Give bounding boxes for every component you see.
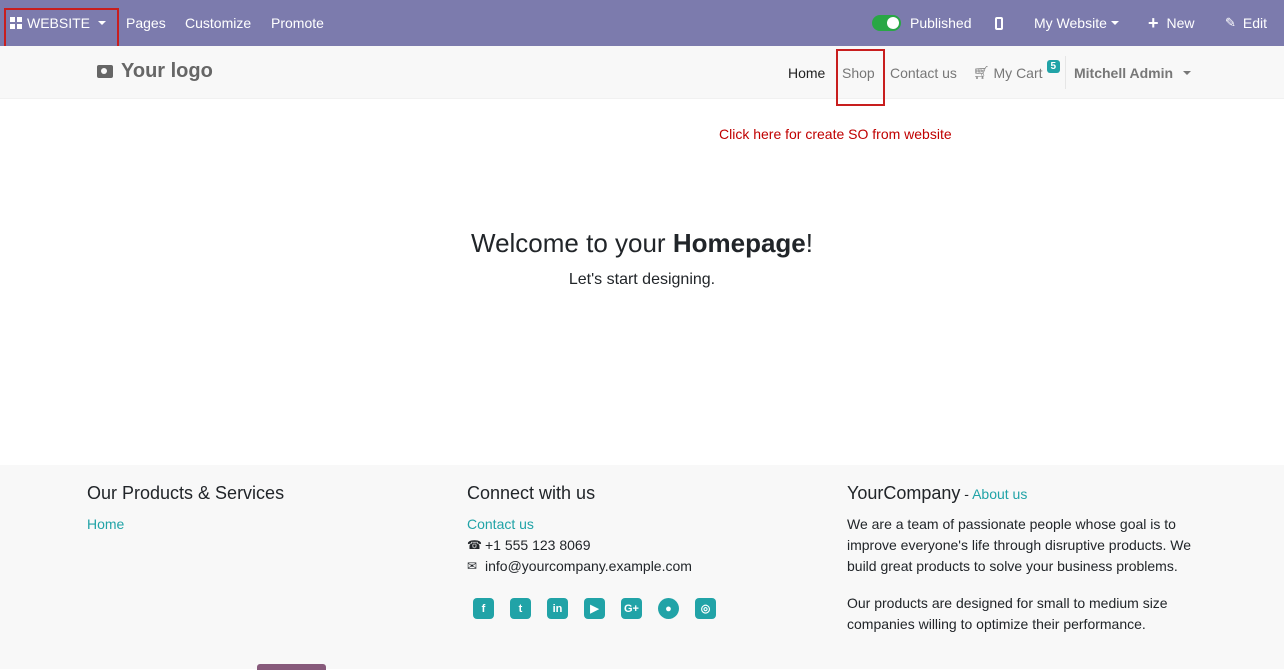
welcome-heading: Welcome to your Homepage! (0, 228, 1284, 259)
phone-icon: ☎ (467, 538, 482, 552)
logo-text: Your logo (121, 60, 213, 82)
nav-contact-us[interactable]: Contact us (890, 46, 957, 99)
about-us-link[interactable]: About us (972, 486, 1027, 502)
phone-number: +1 555 123 8069 (485, 537, 591, 553)
instagram-icon[interactable]: ◎ (695, 598, 716, 619)
customize-menu[interactable]: Customize (185, 0, 251, 46)
footer-home-link[interactable]: Home (87, 514, 284, 535)
create-so-link[interactable]: Click here for create SO from website (719, 126, 952, 142)
edit-label: Edit (1242, 15, 1268, 31)
welcome-prefix: Welcome to your (471, 228, 673, 258)
facebook-icon[interactable]: f (473, 598, 494, 619)
email-address: info@yourcompany.example.com (485, 558, 692, 574)
social-links: f t in ▶ G+ ● ◎ (473, 598, 732, 619)
user-menu[interactable]: Mitchell Admin (1074, 46, 1192, 99)
user-name: Mitchell Admin (1074, 64, 1174, 81)
website-navbar: Your logo Home Shop Contact us 🛒︎ My Car… (0, 46, 1284, 99)
footer-phone: ☎ +1 555 123 8069 (467, 535, 732, 556)
my-website-menu[interactable]: My Website (1034, 0, 1119, 46)
nav-divider (1065, 56, 1066, 89)
title-dash: - (960, 486, 973, 502)
promote-menu[interactable]: Promote (271, 0, 324, 46)
nav-home[interactable]: Home (788, 46, 825, 99)
github-icon[interactable]: ● (658, 598, 679, 619)
plus-icon: + (1148, 13, 1159, 33)
edit-button[interactable]: ✎ Edit (1225, 0, 1267, 46)
toggle-switch-icon (872, 15, 901, 31)
cart-label: My Cart (993, 64, 1043, 81)
caret-down-icon (1183, 70, 1192, 75)
google-plus-icon[interactable]: G+ (621, 598, 642, 619)
footer-company-title: YourCompany - About us (847, 483, 1207, 504)
welcome-tagline: Let's start designing. (568, 271, 716, 288)
my-website-label: My Website (1034, 15, 1107, 31)
pencil-icon: ✎ (1225, 15, 1236, 30)
company-description-2: Our products are designed for small to m… (847, 595, 1168, 632)
cart-count-badge: 5 (1046, 60, 1061, 73)
footer-col-products: Our Products & Services Home (87, 483, 284, 535)
company-description-1: We are a team of passionate people whose… (847, 516, 1192, 574)
footer-col-connect: Connect with us Contact us ☎ +1 555 123 … (467, 483, 732, 619)
mobile-icon (995, 16, 1003, 30)
site-logo[interactable]: Your logo (97, 60, 213, 83)
published-label: Published (910, 15, 972, 31)
welcome-suffix: ! (805, 228, 813, 258)
shopping-cart-icon: 🛒︎ (973, 64, 990, 80)
footer-connect-title: Connect with us (467, 483, 596, 503)
footer-email: ✉ info@yourcompany.example.com (467, 556, 732, 577)
footer-contact-link[interactable]: Contact us (467, 514, 732, 535)
envelope-icon: ✉ (467, 559, 478, 573)
highlight-box-shop (836, 49, 885, 106)
footer-col-company: YourCompany - About us We are a team of … (847, 483, 1207, 651)
youtube-icon[interactable]: ▶ (584, 598, 605, 619)
pages-menu[interactable]: Pages (126, 0, 166, 46)
linkedin-icon[interactable]: in (547, 598, 568, 619)
nav-my-cart[interactable]: 🛒︎ My Cart 5 (973, 46, 1061, 99)
new-button[interactable]: + New (1148, 0, 1195, 46)
company-name: YourCompany (847, 483, 961, 503)
twitter-icon[interactable]: t (510, 598, 531, 619)
admin-bar: WEBSITE Pages Customize Promote Publishe… (0, 0, 1284, 46)
footer-products-title: Our Products & Services (87, 483, 285, 503)
bottom-tab[interactable] (257, 664, 326, 670)
camera-icon (97, 65, 113, 78)
caret-down-icon (1110, 21, 1119, 25)
welcome-bold: Homepage (672, 228, 806, 258)
footer: Our Products & Services Home Connect wit… (0, 465, 1284, 669)
mobile-preview-button[interactable] (995, 0, 1003, 46)
publish-toggle[interactable]: Published (872, 0, 972, 46)
new-label: New (1166, 15, 1195, 31)
